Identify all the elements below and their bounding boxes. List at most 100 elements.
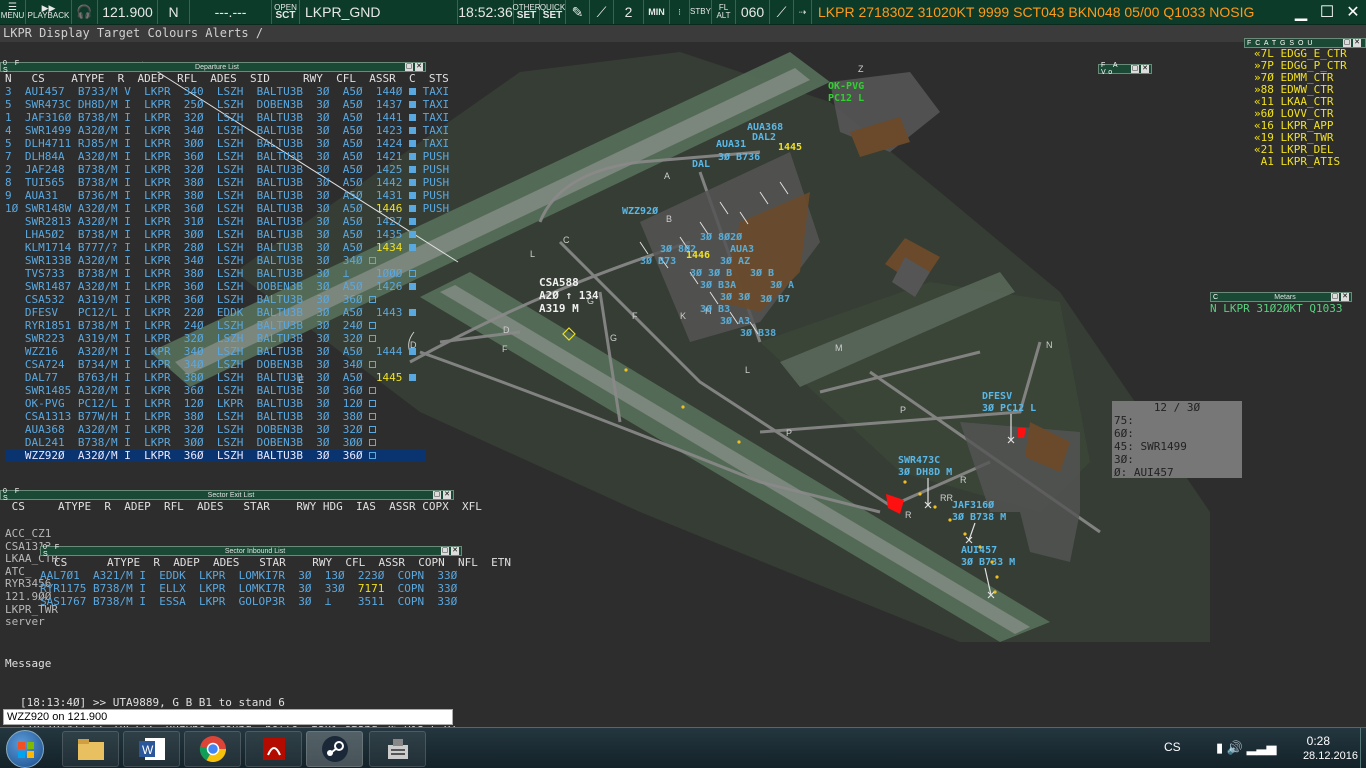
clearance-flag[interactable] — [408, 282, 416, 290]
table-row[interactable]: SWR133B A32Ø/M I LKPR 34Ø LSZH BALTU3B 3… — [5, 254, 426, 267]
sector-exit-titlebar[interactable]: 0 F S Sector Exit List ▢ ✕ — [0, 488, 454, 502]
table-row[interactable]: CSA1313 B77W/H I LKPR 38Ø LSZH BALTU3B 3… — [5, 410, 426, 423]
controller-item[interactable]: server — [5, 616, 58, 629]
explorer-button[interactable] — [62, 731, 119, 767]
departure-list-titlebar[interactable]: 0 F S Departure List ▢ ✕ — [0, 60, 426, 74]
menu-button[interactable]: ☰ MENU — [0, 0, 26, 24]
table-row[interactable]: 1Ø SWR148W A32Ø/M I LKPR 36Ø LSZH BALTU3… — [5, 202, 449, 215]
table-row[interactable]: RYR1175 B738/M I ELLX LKPR LOMKI7R 3Ø 33… — [40, 582, 462, 595]
language-indicator[interactable]: CS — [1164, 740, 1181, 754]
maximize-icon[interactable]: ☐ — [1314, 2, 1340, 22]
table-row[interactable]: KLM1714 B777/? I LKPR 28Ø LSZH BALTU3B 3… — [5, 241, 426, 254]
clearance-flag[interactable] — [408, 230, 416, 238]
chrome-button[interactable] — [184, 731, 241, 767]
altitude-stack[interactable]: 12 / 3Ø 75: 6Ø: 45: SWR1499 3Ø: Ø: AUI457 — [1112, 401, 1242, 479]
headset-button[interactable]: 🎧 — [72, 0, 98, 24]
stby-button[interactable]: STBY — [690, 0, 712, 24]
quick-set-button[interactable]: QUICK SET — [540, 0, 566, 24]
clearance-flag[interactable] — [369, 256, 377, 264]
table-row[interactable]: DFESV PC12/L I LKPR 22Ø EDDK BALTU3B 3Ø … — [5, 306, 426, 319]
clearance-flag[interactable] — [409, 204, 416, 212]
table-row[interactable]: SWR1485 A32Ø/M I LKPR 36Ø LSZH BALTU3B 3… — [5, 384, 426, 397]
clearance-flag[interactable] — [369, 451, 377, 459]
table-row[interactable]: 1 JAF316Ø B738/M I LKPR 32Ø LSZH BALTU3B… — [5, 111, 449, 124]
clearance-flag[interactable] — [409, 243, 416, 251]
minimize-icon[interactable]: ▁ — [1288, 2, 1314, 22]
close-icon[interactable]: ✕ — [1341, 293, 1349, 301]
word-button[interactable]: W — [123, 731, 180, 767]
acrobat-button[interactable] — [245, 731, 302, 767]
clearance-flag[interactable] — [369, 399, 377, 407]
table-row[interactable]: AUA368 A32Ø/M I LKPR 32Ø LSZH DOBEN3B 3Ø… — [5, 423, 426, 436]
steam-button[interactable] — [306, 731, 363, 767]
start-button[interactable] — [6, 730, 44, 768]
atc-app-button[interactable] — [369, 731, 426, 767]
table-row[interactable]: LHA5Ø2 B738/M I LKPR 3ØØ LSZH BALTU3B 3Ø… — [5, 228, 426, 241]
open-sct-button[interactable]: OPEN SCT — [272, 0, 300, 24]
clearance-flag[interactable] — [408, 178, 416, 186]
table-row[interactable]: WZZ92Ø A32Ø/M I LKPR 36Ø LSZH BALTU3B 3Ø… — [5, 449, 426, 462]
clearance-flag[interactable] — [369, 386, 377, 394]
table-row[interactable]: 5 DLH4711 RJ85/M I LKPR 3ØØ LSZH BALTU3B… — [5, 137, 449, 150]
resize-icon[interactable]: ▢ — [1343, 39, 1351, 47]
table-row[interactable]: TVS733 B738/M I LKPR 38Ø LSZH BALTU3B 3Ø… — [5, 267, 426, 280]
table-row[interactable]: SAS1767 B738/M I ESSA LKPR GOLOP3R 3Ø ⊥ … — [40, 595, 462, 608]
clearance-flag[interactable] — [408, 269, 416, 277]
close-icon[interactable]: ✕ — [451, 547, 459, 555]
resize-icon[interactable]: ▢ — [1131, 65, 1139, 73]
clearance-flag[interactable] — [408, 217, 416, 225]
table-row[interactable]: DAL241 B738/M I LKPR 3ØØ LSZH DOBEN3B 3Ø… — [5, 436, 426, 449]
playback-button[interactable]: ▶▶ PLAYBACK — [26, 0, 72, 24]
table-row[interactable]: AAL7Ø1 A321/M I EDDK LKPR LOMKI7R 3Ø 13Ø… — [40, 569, 462, 582]
clearance-flag[interactable] — [369, 295, 377, 303]
command-input[interactable]: WZZ920 on 121.900 — [3, 709, 453, 725]
clearance-flag[interactable] — [369, 321, 377, 329]
close-icon[interactable]: ✕ — [1141, 65, 1149, 73]
clearance-flag[interactable] — [408, 308, 416, 316]
clearance-flag[interactable] — [369, 360, 377, 368]
table-row[interactable]: RYR1851 B738/M I LKPR 24Ø LSZH BALTU3B 3… — [5, 319, 426, 332]
clearance-flag[interactable] — [408, 152, 416, 160]
ruler-button[interactable]: ⟋ — [590, 0, 614, 24]
close-icon[interactable]: ✕ — [1353, 39, 1361, 47]
metars-titlebar[interactable]: C Metars ▢ ✕ — [1210, 292, 1352, 302]
resize-icon[interactable]: ▢ — [441, 547, 449, 555]
wind-button[interactable]: ⟋ — [770, 0, 794, 24]
controller-item[interactable]: ACC_CZ1 — [5, 527, 58, 541]
close-icon[interactable]: ✕ — [1340, 2, 1366, 22]
table-row[interactable]: CSA724 B734/M I LKPR 34Ø LSZH DOBEN3B 3Ø… — [5, 358, 426, 371]
table-row[interactable]: 7 DLH84A A32Ø/M I LKPR 36Ø LSZH BALTU3B … — [5, 150, 449, 163]
clearance-flag[interactable] — [408, 139, 416, 147]
clearance-flag[interactable] — [408, 347, 416, 355]
other-set-button[interactable]: OTHER SET — [513, 0, 541, 24]
pencil-button[interactable]: ✎ — [566, 0, 590, 24]
clearance-flag[interactable] — [408, 113, 416, 121]
table-row[interactable]: 4 SWR1499 A32Ø/M I LKPR 34Ø LSZH BALTU3B… — [5, 124, 449, 137]
table-row[interactable]: SWR2813 A32Ø/M I LKPR 31Ø LSZH BALTU3B 3… — [5, 215, 426, 228]
resize-icon[interactable]: ▢ — [405, 63, 413, 71]
clearance-flag[interactable] — [369, 412, 377, 420]
clearance-flag[interactable] — [408, 87, 416, 95]
frequency-display[interactable]: 121.900 — [98, 0, 158, 24]
min-button[interactable]: MIN — [644, 0, 670, 24]
clearance-flag[interactable] — [408, 126, 416, 134]
clearance-flag[interactable] — [369, 334, 377, 342]
clearance-flag[interactable] — [408, 100, 416, 108]
table-row[interactable]: 9 AUA31 B736/M I LKPR 38Ø LSZH BALTU3B 3… — [5, 189, 449, 202]
table-row[interactable]: WZZ16 A32Ø/M I LKPR 34Ø LSZH BALTU3B 3Ø … — [5, 345, 426, 358]
close-icon[interactable]: ✕ — [415, 63, 423, 71]
small-tool-titlebar[interactable]: F A Vo ▢ ✕ — [1098, 62, 1152, 76]
clearance-flag[interactable] — [369, 425, 377, 433]
table-row[interactable]: DAL77 B763/H I LKPR 38Ø LSZH BALTU3B 3Ø … — [5, 371, 426, 384]
tray-icons[interactable]: ▮ 🔊 ▂▃▅ — [1216, 740, 1277, 756]
sector-name[interactable]: LKPR_GND — [300, 0, 458, 24]
clearance-flag[interactable] — [369, 438, 377, 446]
table-row[interactable]: 5 SWR473C DH8D/M I LKPR 25Ø LSZH DOBEN3B… — [5, 98, 449, 111]
table-row[interactable]: OK-PVG PC12/L I LKPR 12Ø LKPR BALTU3B 3Ø… — [5, 397, 426, 410]
transition-altitude[interactable]: 060 — [736, 0, 770, 24]
table-row[interactable]: CSA532 A319/M I LKPR 36Ø LSZH BALTU3B 3Ø… — [5, 293, 426, 306]
table-row[interactable]: 3 AUI457 B733/M V LKPR 340 LSZH BALTU3B … — [5, 85, 449, 98]
sector-inbound-titlebar[interactable]: 0 F S Sector Inbound List ▢ ✕ — [40, 544, 462, 558]
metar-arrow[interactable]: ⇢ — [794, 0, 812, 24]
resize-icon[interactable]: ▢ — [1331, 293, 1339, 301]
